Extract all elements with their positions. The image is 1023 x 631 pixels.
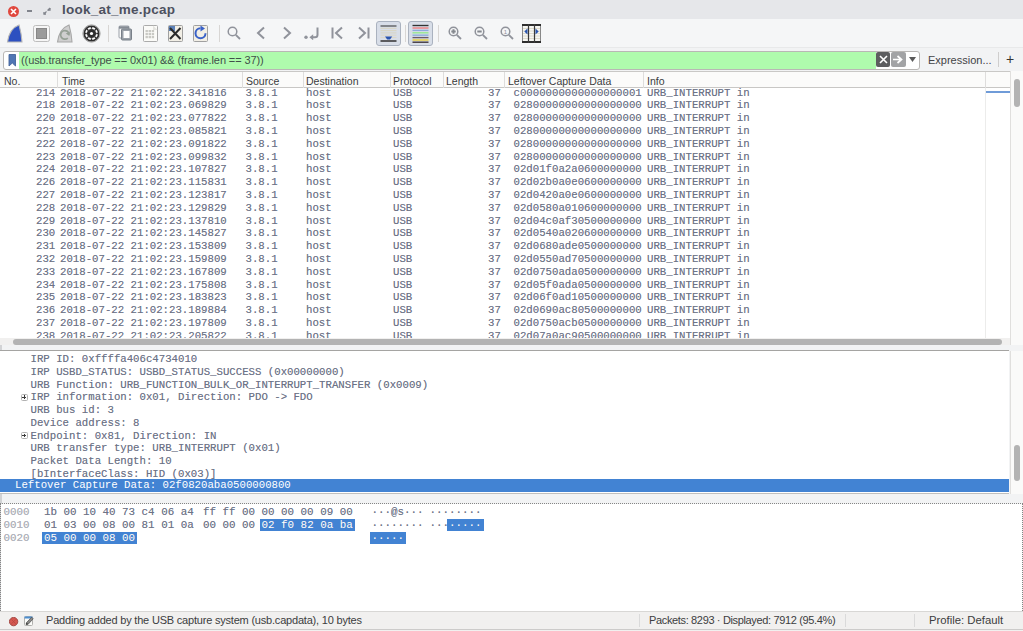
svg-text:1: 1	[504, 29, 508, 35]
